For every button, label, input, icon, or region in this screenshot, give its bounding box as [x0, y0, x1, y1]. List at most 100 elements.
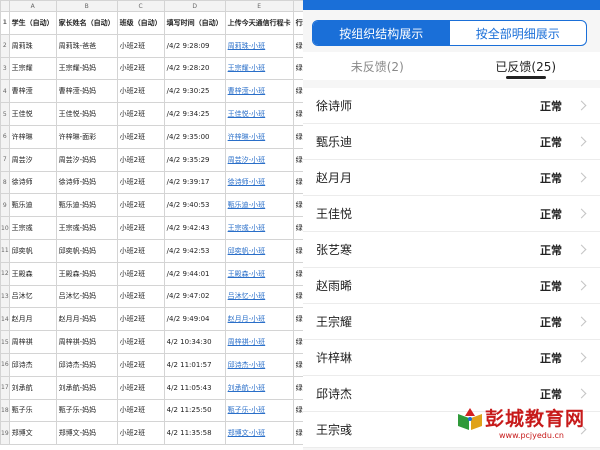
- table-cell[interactable]: 绿色行程卡: [292, 79, 303, 104]
- table-cell[interactable]: 邱奕帆-妈妈: [55, 238, 118, 263]
- column-letter[interactable]: F: [292, 0, 303, 12]
- table-cell[interactable]: /4/2 9:40:53: [163, 193, 226, 218]
- row-number[interactable]: 1: [0, 11, 10, 35]
- table-cell[interactable]: 郑博文-小班: [224, 421, 294, 446]
- table-cell[interactable]: 吕沐忆-妈妈: [55, 284, 118, 309]
- table-cell[interactable]: 甄子乐-妈妈: [55, 398, 118, 423]
- column-letter[interactable]: B: [55, 0, 118, 12]
- table-cell[interactable]: 绿色行程卡: [292, 421, 303, 446]
- tab-done[interactable]: 已反馈(25): [452, 52, 600, 80]
- table-cell[interactable]: /4/2 9:42:53: [163, 238, 226, 263]
- table-cell[interactable]: 周芸汐-小班: [224, 147, 294, 172]
- table-cell[interactable]: 绿色行程卡: [292, 261, 303, 286]
- row-number[interactable]: 3: [0, 56, 10, 81]
- list-item[interactable]: 王佳悦 正常: [303, 196, 600, 232]
- table-cell[interactable]: 徐诗师-妈妈: [55, 170, 118, 195]
- table-cell[interactable]: 绿色行程卡: [292, 375, 303, 400]
- table-cell[interactable]: 小班2班: [116, 307, 165, 332]
- row-number[interactable]: 9: [0, 193, 10, 218]
- table-cell[interactable]: 小班2班: [116, 193, 165, 218]
- list-item[interactable]: 许梓琳 正常: [303, 340, 600, 376]
- column-letter[interactable]: D: [163, 0, 226, 12]
- table-cell[interactable]: 邱诗杰-小班: [224, 352, 294, 377]
- column-header[interactable]: 学生（自动）: [8, 11, 57, 35]
- row-number[interactable]: 18: [0, 398, 10, 423]
- column-header[interactable]: 家长姓名（自动）: [55, 11, 118, 35]
- table-cell[interactable]: 绿色行程卡: [292, 284, 303, 309]
- table-cell[interactable]: 周莉珠: [8, 33, 57, 58]
- table-cell[interactable]: /4/2 9:28:09: [163, 33, 226, 58]
- table-cell[interactable]: /4/2 9:30:25: [163, 79, 226, 104]
- column-header[interactable]: 行程卡类型: [292, 11, 303, 35]
- table-cell[interactable]: 小班2班: [116, 261, 165, 286]
- table-cell[interactable]: 小班2班: [116, 398, 165, 423]
- table-cell[interactable]: 邱奕帆-小班: [224, 238, 294, 263]
- table-cell[interactable]: 小班2班: [116, 284, 165, 309]
- table-cell[interactable]: 4/2 11:01:57: [163, 352, 226, 377]
- table-cell[interactable]: 绿色行程卡: [292, 33, 303, 58]
- row-number[interactable]: 16: [0, 352, 10, 377]
- column-header[interactable]: 上传今天通信行程卡: [224, 11, 294, 35]
- table-cell[interactable]: 王佳悦-妈妈: [55, 102, 118, 126]
- table-cell[interactable]: 徐诗师: [8, 170, 57, 195]
- table-cell[interactable]: 周芸汐: [8, 147, 57, 172]
- table-cell[interactable]: 小班2班: [116, 216, 165, 240]
- table-cell[interactable]: 甄子乐: [8, 398, 57, 423]
- table-cell[interactable]: 4/2 11:05:43: [163, 375, 226, 400]
- table-cell[interactable]: 王宗彧-妈妈: [55, 216, 118, 240]
- table-cell[interactable]: 赵月月-妈妈: [55, 307, 118, 332]
- table-cell[interactable]: 郑博文-妈妈: [55, 421, 118, 446]
- table-cell[interactable]: /4/2 9:42:43: [163, 216, 226, 240]
- table-cell[interactable]: 许梓琳-小班: [224, 124, 294, 149]
- table-cell[interactable]: 赵月月: [8, 307, 57, 332]
- table-cell[interactable]: 王殿森-妈妈: [55, 261, 118, 286]
- list-item[interactable]: 赵月月 正常: [303, 160, 600, 196]
- table-cell[interactable]: 刘承航: [8, 375, 57, 400]
- table-cell[interactable]: 4/2 11:35:58: [163, 421, 226, 446]
- table-cell[interactable]: 4/2 10:34:30: [163, 330, 226, 354]
- table-cell[interactable]: 刘承航-妈妈: [55, 375, 118, 400]
- table-cell[interactable]: 王佳悦-小班: [224, 102, 294, 126]
- table-cell[interactable]: 刘承航-小班: [224, 375, 294, 400]
- table-cell[interactable]: 曹梓滢-小班: [224, 79, 294, 104]
- table-cell[interactable]: 甄乐迪: [8, 193, 57, 218]
- row-number[interactable]: 4: [0, 79, 10, 104]
- table-cell[interactable]: 邱诗杰-妈妈: [55, 352, 118, 377]
- table-cell[interactable]: 甄乐迪-小班: [224, 193, 294, 218]
- table-cell[interactable]: /4/2 9:35:00: [163, 124, 226, 149]
- table-cell[interactable]: 小班2班: [116, 56, 165, 81]
- list-item[interactable]: 王宗耀 正常: [303, 304, 600, 340]
- table-cell[interactable]: 绿色行程卡: [292, 124, 303, 149]
- table-cell[interactable]: 小班2班: [116, 147, 165, 172]
- table-cell[interactable]: /4/2 9:44:01: [163, 261, 226, 286]
- column-letter[interactable]: E: [224, 0, 294, 12]
- table-cell[interactable]: /4/2 9:35:29: [163, 147, 226, 172]
- table-cell[interactable]: 王宗耀: [8, 56, 57, 81]
- table-cell[interactable]: /4/2 9:39:17: [163, 170, 226, 195]
- table-cell[interactable]: 小班2班: [116, 330, 165, 354]
- table-cell[interactable]: 周梓祺: [8, 330, 57, 354]
- row-number[interactable]: 8: [0, 170, 10, 195]
- table-cell[interactable]: 小班2班: [116, 124, 165, 149]
- table-cell[interactable]: 绿色行程卡: [292, 147, 303, 172]
- table-cell[interactable]: 王宗耀-小班: [224, 56, 294, 81]
- table-cell[interactable]: 小班2班: [116, 421, 165, 446]
- table-cell[interactable]: 甄子乐-小班: [224, 398, 294, 423]
- column-letter[interactable]: C: [116, 0, 165, 12]
- all-details-view-button[interactable]: 按全部明细展示: [450, 21, 587, 45]
- table-cell[interactable]: 王宗彧-小班: [224, 216, 294, 240]
- table-cell[interactable]: 绿色行程卡: [292, 330, 303, 354]
- table-cell[interactable]: 周梓祺-小班: [224, 330, 294, 354]
- row-number[interactable]: 10: [0, 216, 10, 240]
- table-cell[interactable]: 吕沐忆-小班: [224, 284, 294, 309]
- row-number[interactable]: 12: [0, 261, 10, 286]
- table-cell[interactable]: 绿色行程卡: [292, 352, 303, 377]
- table-cell[interactable]: 赵月月-小班: [224, 307, 294, 332]
- table-cell[interactable]: 绿色行程卡: [292, 398, 303, 423]
- table-cell[interactable]: 许梓琳: [8, 124, 57, 149]
- column-letter[interactable]: A: [8, 0, 57, 12]
- column-header[interactable]: 填写时间（自动）: [163, 11, 226, 35]
- table-cell[interactable]: 绿色行程卡: [292, 216, 303, 240]
- table-cell[interactable]: 小班2班: [116, 33, 165, 58]
- table-cell[interactable]: 王殿森: [8, 261, 57, 286]
